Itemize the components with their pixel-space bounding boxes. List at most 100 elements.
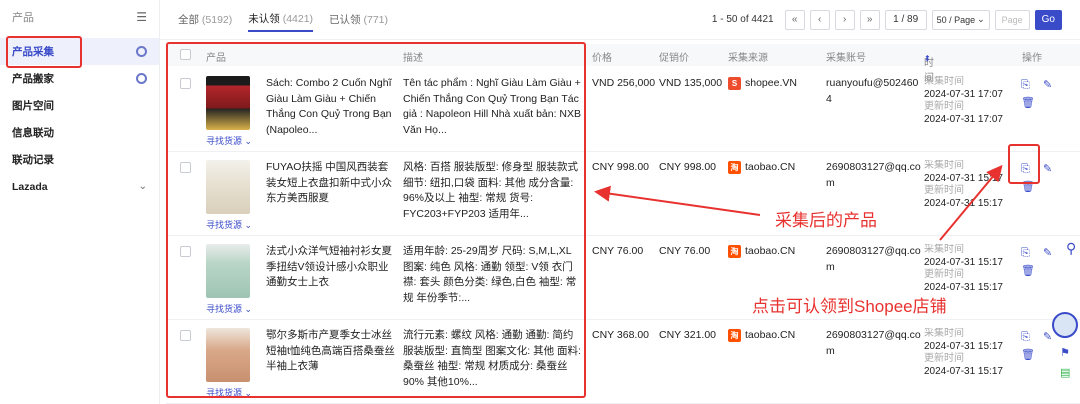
product-promo-price: CNY 998.00 <box>659 161 717 173</box>
edit-icon[interactable]: ✎ <box>1043 248 1052 259</box>
page-jump-input[interactable]: Page <box>994 9 1030 30</box>
collect-time: 2024-07-31 15:17 <box>924 256 1003 268</box>
tab-unclaimed[interactable]: 未认领 (4421) <box>248 7 314 32</box>
annotation-claim-to-shopee: 点击可认领到Shopee店铺 <box>752 297 947 316</box>
chevron-down-icon: ⌄ <box>138 181 147 192</box>
update-time-label: 更新时间 <box>924 353 964 364</box>
tab-count: (5192) <box>201 14 233 26</box>
sidebar-item-link-records[interactable]: 联动记录 <box>0 146 159 173</box>
time-info: 采集时间 2024-07-31 15:17 更新时间 2024-07-31 15… <box>924 160 1018 210</box>
page-input[interactable]: 1 / 89 <box>884 9 927 30</box>
first-page-icon[interactable]: « <box>784 9 805 30</box>
tab-label: 已认领 <box>329 14 361 26</box>
update-time-label: 更新时间 <box>924 269 964 280</box>
gear-icon[interactable] <box>136 46 147 57</box>
claim-icon[interactable]: ⎘ <box>1021 80 1030 91</box>
tab-count: (771) <box>363 14 388 26</box>
taobao-logo-icon: 淘 <box>728 161 741 175</box>
sidebar-item-lazada[interactable]: Lazada ⌄ <box>0 173 159 200</box>
col-price: 价格 <box>592 53 612 64</box>
floating-toolbar: ⚲ ⚑ ▤ <box>1052 240 1080 404</box>
sidebar-item-label: 产品搬家 <box>12 73 54 85</box>
collect-account: 2690803127@qq.com <box>826 245 921 273</box>
page-size-select[interactable]: 50 / Page ⌄ <box>931 9 990 30</box>
claim-icon[interactable]: ⎘ <box>1021 332 1030 343</box>
tab-all[interactable]: 全部 (5192) <box>178 8 232 31</box>
product-price: VND 256,000 <box>592 77 656 89</box>
col-promo: 促销价 <box>659 53 689 64</box>
source-label: taobao.CN <box>745 245 796 257</box>
flag-icon[interactable]: ⚑ <box>1060 346 1070 359</box>
update-time-label: 更新时间 <box>924 101 964 112</box>
collect-account: ruanyoufu@5024604 <box>826 77 919 105</box>
page-size-value: 50 / Page <box>936 14 976 25</box>
pagination: 1 - 50 of 4421 « ‹ › » 1 / 89 50 / Page … <box>711 9 1062 30</box>
go-button[interactable]: Go <box>1034 9 1062 30</box>
sidebar-item-label: 联动记录 <box>12 154 54 166</box>
collect-time: 2024-07-31 15:17 <box>924 340 1003 352</box>
time-info: 采集时间 2024-07-31 17:07 更新时间 2024-07-31 17… <box>924 76 1018 126</box>
time-info: 采集时间 2024-07-31 15:17 更新时间 2024-07-31 15… <box>924 328 1018 378</box>
page-range: 1 - 50 of 4421 <box>711 14 774 25</box>
sidebar-item-label: 信息联动 <box>12 127 54 139</box>
collect-account: 2690803127@qq.com <box>826 329 921 357</box>
source-label: taobao.CN <box>745 161 796 173</box>
sidebar-header: 产品 ☰ <box>0 0 159 34</box>
gear-icon[interactable] <box>136 73 147 84</box>
highlight-sidebar-item <box>6 36 82 68</box>
collect-source: 淘 taobao.CN <box>728 328 818 344</box>
sidebar-item-info-link[interactable]: 信息联动 <box>0 119 159 146</box>
search-icon[interactable]: ⚲ <box>1066 240 1076 257</box>
highlight-claim-button <box>1008 144 1040 184</box>
col-ops: 操作 <box>1022 53 1042 64</box>
highlight-product-columns <box>166 42 586 398</box>
collect-time: 2024-07-31 15:17 <box>924 172 1003 184</box>
sidebar-item-label: Lazada <box>12 180 48 193</box>
delete-icon[interactable]: 🗑 <box>1021 350 1035 361</box>
update-time: 2024-07-31 15:17 <box>924 365 1003 377</box>
tab-count: (4421) <box>282 13 314 25</box>
sidebar-title: 产品 <box>12 12 34 24</box>
next-page-icon[interactable]: › <box>834 9 855 30</box>
source-label: shopee.VN <box>745 77 797 89</box>
product-price: CNY 76.00 <box>592 245 644 257</box>
product-promo-price: VND 135,000 <box>659 77 723 89</box>
last-page-icon[interactable]: » <box>859 9 880 30</box>
collect-account: 2690803127@qq.com <box>826 161 921 189</box>
collect-time-label: 采集时间 <box>924 76 964 87</box>
collect-time: 2024-07-31 17:07 <box>924 88 1003 100</box>
collapse-menu-icon[interactable]: ☰ <box>136 10 147 24</box>
update-time-label: 更新时间 <box>924 185 964 196</box>
collect-time-label: 采集时间 <box>924 328 964 339</box>
col-account: 采集账号 <box>826 53 866 64</box>
delete-icon[interactable]: 🗑 <box>1021 266 1035 277</box>
collect-source: 淘 taobao.CN <box>728 160 818 176</box>
page-jump-placeholder: Page <box>1001 14 1023 25</box>
update-time: 2024-07-31 15:17 <box>924 197 1003 209</box>
annotation-collected-products: 采集后的产品 <box>775 211 877 230</box>
source-label: taobao.CN <box>745 329 796 341</box>
edit-icon[interactable]: ✎ <box>1043 80 1052 91</box>
claim-icon[interactable]: ⎘ <box>1021 248 1030 259</box>
chevron-down-icon: ⌄ <box>977 14 985 24</box>
tab-label: 全部 <box>178 14 199 26</box>
chat-icon[interactable]: ▤ <box>1060 366 1070 379</box>
product-promo-price: CNY 321.00 <box>659 329 717 341</box>
sidebar-item-product-move[interactable]: 产品搬家 <box>0 65 159 92</box>
time-info: 采集时间 2024-07-31 15:17 更新时间 2024-07-31 15… <box>924 244 1018 294</box>
prev-page-icon[interactable]: ‹ <box>809 9 830 30</box>
collect-time-label: 采集时间 <box>924 160 964 171</box>
product-price: CNY 998.00 <box>592 161 650 173</box>
toolbar: 全部 (5192) 未认领 (4421) 已认领 (771) 1 - 50 of… <box>160 0 1080 40</box>
sidebar-item-image-space[interactable]: 图片空间 <box>0 92 159 119</box>
avatar[interactable] <box>1052 312 1078 338</box>
edit-icon[interactable]: ✎ <box>1043 332 1052 343</box>
collect-source: S shopee.VN <box>728 76 818 92</box>
tab-label: 未认领 <box>248 13 280 25</box>
edit-icon[interactable]: ✎ <box>1043 164 1052 175</box>
delete-icon[interactable]: 🗑 <box>1021 98 1035 109</box>
sort-icon: ⬍ <box>924 54 931 63</box>
tab-claimed[interactable]: 已认领 (771) <box>329 8 388 31</box>
collect-time-label: 采集时间 <box>924 244 964 255</box>
collect-source: 淘 taobao.CN <box>728 244 818 260</box>
